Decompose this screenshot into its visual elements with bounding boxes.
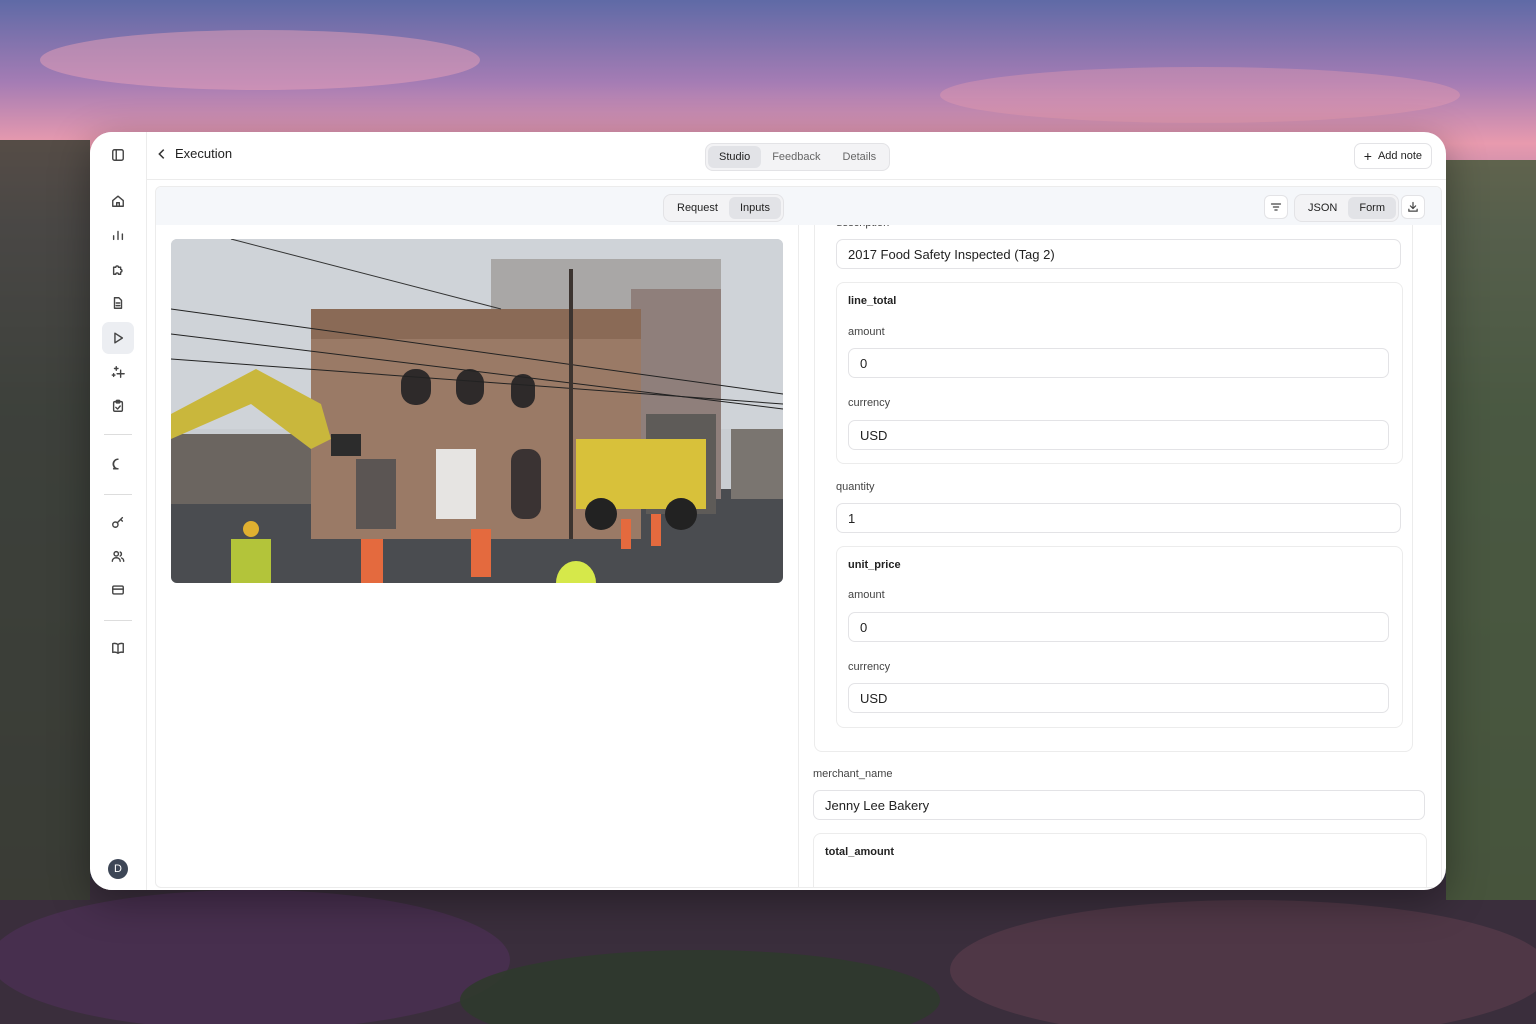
bar-chart-icon[interactable] bbox=[102, 219, 134, 251]
line-total-amount-field[interactable]: 0 bbox=[848, 348, 1389, 378]
sidebar-toggle-icon[interactable] bbox=[102, 139, 134, 171]
content-panel: Request Inputs JSON Form 2017 Food Safet… bbox=[155, 186, 1442, 888]
unit-price-currency-field[interactable]: USD bbox=[848, 683, 1389, 713]
back-button[interactable]: Execution bbox=[155, 146, 232, 161]
panel-toolbar: Request Inputs JSON Form bbox=[156, 187, 1441, 225]
book-icon[interactable] bbox=[102, 632, 134, 664]
home-icon[interactable] bbox=[102, 185, 134, 217]
clipboard-check-icon[interactable] bbox=[102, 390, 134, 422]
download-icon bbox=[1408, 201, 1418, 212]
unit-price-currency-label: currency bbox=[848, 661, 891, 673]
tab-json[interactable]: JSON bbox=[1297, 197, 1348, 219]
description-field[interactable]: 2017 Food Safety Inspected (Tag 2) bbox=[836, 239, 1401, 269]
document-icon[interactable] bbox=[102, 287, 134, 319]
description-label: description bbox=[836, 225, 889, 229]
sparkles-icon[interactable] bbox=[102, 356, 134, 388]
chevron-left-icon bbox=[158, 148, 165, 159]
top-bar: Execution Studio Feedback Details + Add … bbox=[147, 132, 1446, 180]
quantity-label: quantity bbox=[836, 481, 875, 493]
play-icon[interactable] bbox=[102, 322, 134, 354]
line-total-currency-field[interactable]: USD bbox=[848, 420, 1389, 450]
view-tabs: Studio Feedback Details bbox=[705, 143, 891, 171]
form-pane: description 2017 Food Safety Inspected (… bbox=[799, 225, 1441, 887]
sidebar-divider bbox=[104, 434, 132, 435]
unit-price-amount-field[interactable]: 0 bbox=[848, 612, 1389, 642]
chat-icon[interactable] bbox=[102, 448, 134, 480]
sidebar-divider bbox=[104, 494, 132, 495]
line-total-label: line_total bbox=[848, 295, 897, 307]
tab-request[interactable]: Request bbox=[666, 197, 729, 219]
key-icon[interactable] bbox=[102, 506, 134, 538]
unit-price-amount-label: amount bbox=[848, 589, 885, 601]
tab-feedback[interactable]: Feedback bbox=[761, 146, 831, 168]
input-image bbox=[171, 239, 783, 583]
tab-details[interactable]: Details bbox=[832, 146, 888, 168]
tab-inputs[interactable]: Inputs bbox=[728, 197, 781, 219]
plus-icon: + bbox=[1363, 148, 1372, 164]
input-preview-pane bbox=[156, 225, 799, 887]
line-total-currency-label: currency bbox=[848, 397, 891, 409]
total-amount-group bbox=[813, 833, 1427, 887]
unit-price-label: unit_price bbox=[848, 559, 901, 571]
download-button[interactable] bbox=[1401, 195, 1425, 219]
page-title: Execution bbox=[175, 146, 233, 161]
add-note-button[interactable]: + Add note bbox=[1353, 143, 1432, 169]
users-icon[interactable] bbox=[102, 540, 134, 572]
sidebar-divider bbox=[104, 620, 132, 621]
filter-button[interactable] bbox=[1264, 195, 1288, 219]
avatar-initial: D bbox=[114, 863, 122, 875]
total-amount-label: total_amount bbox=[825, 846, 895, 858]
tab-form[interactable]: Form bbox=[1348, 197, 1397, 219]
credit-card-icon[interactable] bbox=[102, 574, 134, 606]
format-tabs: JSON Form bbox=[1294, 194, 1400, 222]
panel-tabs: Request Inputs bbox=[663, 194, 784, 222]
tab-studio[interactable]: Studio bbox=[708, 146, 762, 168]
add-note-label: Add note bbox=[1377, 150, 1422, 162]
merchant-name-label: merchant_name bbox=[813, 768, 893, 780]
quantity-field[interactable]: 1 bbox=[836, 503, 1401, 533]
sidebar: D bbox=[90, 132, 147, 890]
puzzle-icon[interactable] bbox=[102, 253, 134, 285]
app-window: D Execution Studio Feedback Details + Ad… bbox=[90, 132, 1446, 890]
merchant-name-field[interactable]: Jenny Lee Bakery bbox=[813, 790, 1425, 820]
avatar[interactable]: D bbox=[108, 859, 128, 879]
filter-icon bbox=[1270, 203, 1282, 211]
line-total-amount-label: amount bbox=[848, 326, 885, 338]
